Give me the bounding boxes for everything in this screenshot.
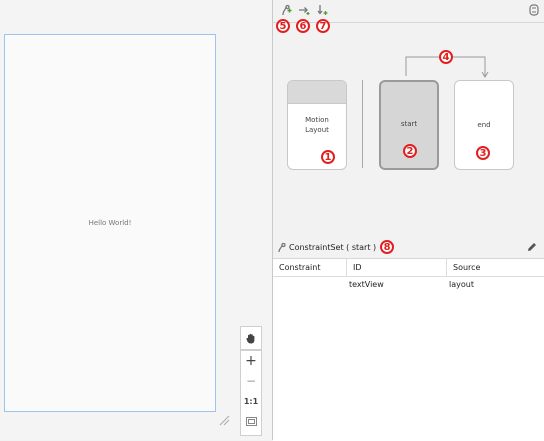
row-id-cell: textView — [349, 279, 384, 289]
marker-1: 1 — [321, 150, 335, 164]
column-header-id[interactable]: ID — [347, 259, 447, 276]
constraintset-icon — [278, 242, 286, 252]
column-header-constraint[interactable]: Constraint — [273, 259, 347, 276]
overview-separator — [362, 80, 363, 168]
table-row[interactable]: textView layout — [273, 277, 544, 291]
device-preview[interactable]: Hello World! — [4, 34, 216, 412]
zoom-actual-size-button[interactable]: 1:1 — [241, 391, 261, 411]
constraintset-title: ConstraintSet ( start ) — [289, 242, 377, 252]
zoom-toolbar: + − 1:1 — [240, 350, 262, 436]
motion-layout-card[interactable]: Motion Layout 1 — [287, 80, 347, 170]
row-source-cell: layout — [449, 279, 474, 289]
marker-5: 5 — [276, 19, 290, 33]
motion-editor-panel: 5 6 7 4 Motion Layout 1 start 2 end 3 Co… — [273, 0, 544, 441]
marker-7: 7 — [316, 19, 330, 33]
create-transition-icon[interactable] — [295, 2, 313, 18]
transition-arrow[interactable] — [273, 40, 544, 85]
zoom-to-fit-icon[interactable] — [241, 411, 261, 431]
marker-6: 6 — [296, 19, 310, 33]
create-constraintset-icon[interactable] — [277, 2, 295, 18]
constraint-table-header: Constraint ID Source — [273, 259, 544, 277]
marker-2: 2 — [403, 144, 417, 158]
zoom-in-button[interactable]: + — [241, 351, 261, 371]
hello-world-text[interactable]: Hello World! — [5, 219, 215, 227]
pan-hand-icon[interactable] — [241, 327, 261, 349]
constraint-table: Constraint ID Source textView layout — [273, 258, 544, 441]
motion-layout-card-header — [288, 81, 346, 104]
motion-editor-toolbar: 5 6 7 — [273, 0, 544, 33]
create-click-handler-icon[interactable] — [313, 2, 331, 18]
marker-8: 8 — [380, 240, 395, 254]
motion-layout-card-label: Motion Layout — [305, 116, 329, 134]
constraintset-start-card[interactable]: start 2 — [379, 80, 439, 170]
end-card-label: end — [477, 121, 491, 129]
constraintset-end-card[interactable]: end 3 — [454, 80, 514, 170]
edit-pencil-icon[interactable] — [526, 241, 538, 253]
zoom-out-button[interactable]: − — [241, 371, 261, 391]
constraintset-header: ConstraintSet ( start ) 8 — [273, 237, 544, 257]
pan-tool-group — [240, 326, 262, 350]
marker-3: 3 — [476, 146, 490, 160]
start-card-label: start — [400, 120, 418, 128]
column-header-source[interactable]: Source — [447, 259, 544, 276]
design-surface: Hello World! + − 1:1 — [0, 0, 272, 440]
marker-4: 4 — [439, 50, 453, 64]
cycle-layout-icon[interactable] — [525, 2, 543, 18]
resize-handle-icon[interactable] — [218, 414, 230, 426]
